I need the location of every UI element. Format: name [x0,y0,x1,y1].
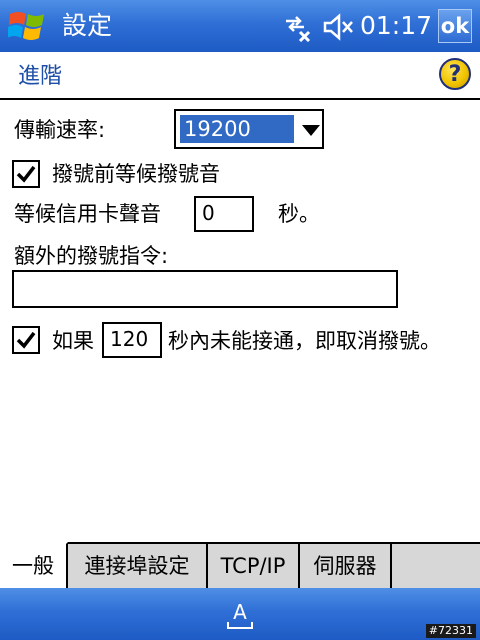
clock[interactable]: 01:17 [360,11,432,41]
connectivity-icon[interactable] [282,12,312,43]
check-icon [16,165,36,183]
wait-dial-tone-label: 撥號前等候撥號音 [52,162,220,186]
wait-dial-tone-checkbox[interactable] [12,160,40,188]
tab-general[interactable]: 一般 [0,542,68,588]
page-title: 進階 [18,64,63,89]
baud-rate-value: 19200 [180,115,294,143]
cancel-call-input[interactable]: 120 [102,322,162,358]
chevron-down-icon[interactable] [302,125,320,136]
help-icon[interactable]: ? [439,58,471,90]
check-icon [16,331,36,349]
tab-servers[interactable]: 伺服器 [300,544,392,588]
card-wait-label: 等候信用卡聲音 [14,202,161,226]
card-wait-unit: 秒。 [278,202,320,226]
tab-bar: 一般 連接埠設定 TCP/IP 伺服器 [0,542,480,588]
ok-button[interactable]: ok [438,9,472,43]
keyboard-label: A [233,600,247,624]
cancel-call-suffix: 秒內未能接通，即取消撥號。 [168,329,441,353]
extra-dial-input[interactable] [12,270,398,308]
menu-bar: A #72331 [0,588,480,640]
baud-rate-select[interactable]: 19200 [174,109,324,149]
header-divider [0,98,480,100]
keyboard-icon[interactable]: A [222,598,258,632]
card-wait-input[interactable]: 0 [194,196,254,232]
cancel-call-prefix: 如果 [52,329,94,353]
page-header: 進階 ? [0,52,480,98]
volume-muted-icon[interactable] [322,12,354,42]
tab-tcpip[interactable]: TCP/IP [208,544,300,588]
watermark: #72331 [425,624,476,638]
extra-dial-label: 額外的撥號指令: [14,244,169,268]
cancel-call-checkbox[interactable] [12,326,40,354]
windows-logo-icon[interactable] [7,8,48,44]
baud-rate-label: 傳輸速率: [14,118,106,142]
tab-port-settings[interactable]: 連接埠設定 [68,544,208,588]
title-bar: 設定 01:17 ok [0,0,480,52]
app-title: 設定 [62,11,113,40]
